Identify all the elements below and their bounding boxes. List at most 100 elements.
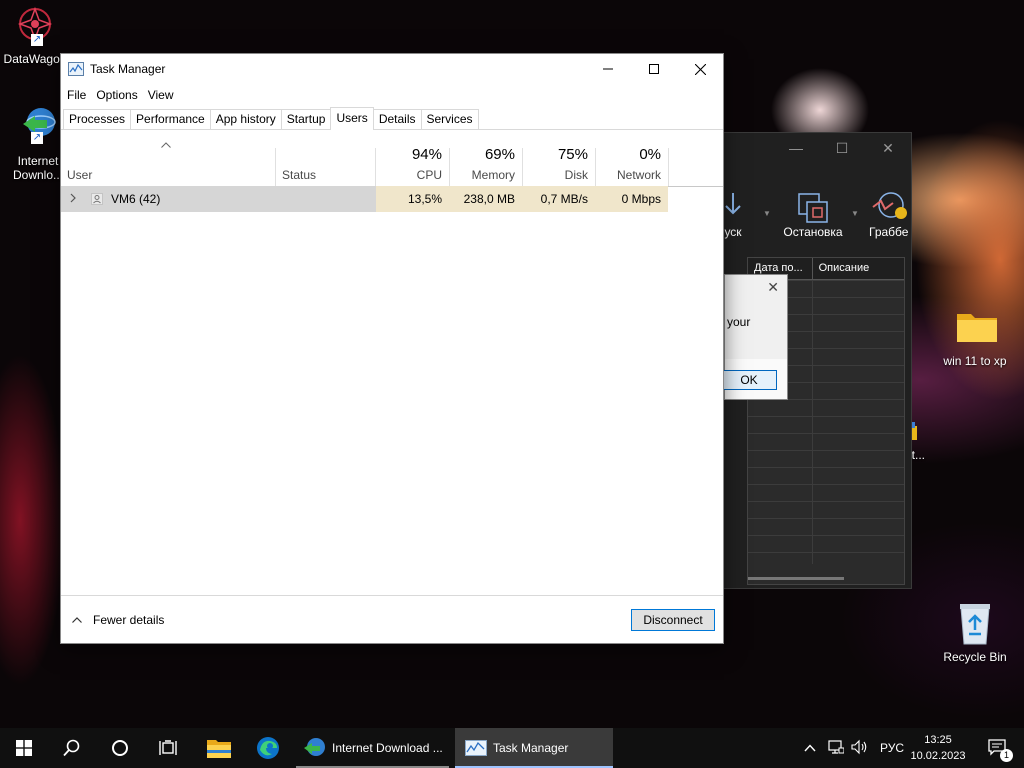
- cell-cpu: 13,5%: [376, 186, 449, 212]
- close-icon[interactable]: ✕: [865, 140, 911, 157]
- internet-download-manager-icon: ↗: [17, 104, 57, 144]
- cell-network: 0 Mbps: [595, 186, 668, 212]
- taskbar-app-label: Task Manager: [493, 741, 569, 755]
- cpu-label: CPU: [416, 168, 442, 182]
- cortana-button[interactable]: [96, 728, 144, 768]
- maximize-icon: [649, 64, 659, 74]
- language-indicator[interactable]: РУС: [880, 741, 904, 755]
- edge-button[interactable]: [244, 728, 292, 768]
- tab-startup[interactable]: Startup: [280, 109, 332, 129]
- taskbar: Internet Download ... Task Manager РУС 1…: [0, 728, 1024, 768]
- dropdown-arrow-icon[interactable]: ▼: [851, 209, 859, 218]
- column-header-memory[interactable]: 69% Memory: [450, 130, 522, 186]
- volume-button[interactable]: [848, 739, 872, 758]
- tab-processes[interactable]: Processes: [63, 109, 132, 129]
- task-view-icon: [159, 740, 177, 755]
- column-header-disk[interactable]: 75% Disk: [523, 130, 595, 186]
- internet-download-manager-icon: [304, 738, 325, 756]
- column-header-cpu[interactable]: 94% CPU: [376, 130, 449, 186]
- tab-app-history[interactable]: App history: [209, 109, 282, 129]
- maximize-button[interactable]: [631, 54, 677, 84]
- toolbar-stop-button[interactable]: Остановка: [781, 191, 845, 239]
- maximize-icon[interactable]: ☐: [819, 140, 865, 157]
- system-tray: РУС: [800, 728, 904, 768]
- user-icon: [91, 193, 103, 205]
- search-icon: [63, 739, 80, 757]
- menu-view[interactable]: View: [148, 88, 180, 102]
- taskbar-app-task-manager[interactable]: Task Manager: [455, 728, 613, 768]
- memory-total: 69%: [484, 146, 515, 163]
- network-button[interactable]: [824, 739, 848, 758]
- table-row[interactable]: VM6 (42) 13,5% 238,0 MB 0,7 MB/s 0 Mbps: [61, 186, 668, 212]
- column-separator: [275, 148, 276, 186]
- title-bar[interactable]: Task Manager: [61, 54, 723, 84]
- datawagon-icon: ↗: [15, 6, 55, 46]
- tab-users[interactable]: Users: [330, 107, 374, 130]
- menu-options[interactable]: Options: [96, 88, 143, 102]
- recycle-bin-icon: [955, 600, 995, 645]
- notification-center-button[interactable]: 1: [978, 728, 1018, 768]
- column-header-status[interactable]: Status: [282, 168, 316, 182]
- background-dialog[interactable]: ✕ your OK: [721, 274, 788, 400]
- clock[interactable]: 13:25 10.02.2023: [906, 732, 970, 764]
- tab-services[interactable]: Services: [420, 109, 479, 129]
- minimize-icon[interactable]: —: [773, 140, 819, 156]
- ok-button[interactable]: OK: [721, 370, 777, 390]
- task-manager-window[interactable]: Task Manager File Options View Processes…: [60, 53, 724, 644]
- edge-icon: [257, 737, 279, 759]
- dialog-text: your: [727, 315, 751, 329]
- start-button[interactable]: [0, 728, 48, 768]
- desktop-icon-label: Internet Downlo...: [12, 154, 64, 182]
- network-icon: [828, 739, 845, 754]
- column-header-network[interactable]: 0% Network: [596, 130, 668, 186]
- close-icon: [694, 63, 706, 75]
- dropdown-arrow-icon[interactable]: ▼: [763, 209, 771, 218]
- file-explorer-icon: [207, 740, 231, 758]
- disk-total: 75%: [557, 146, 588, 163]
- fewer-details-label: Fewer details: [93, 613, 165, 627]
- column-header-user[interactable]: User: [67, 168, 92, 182]
- desktop-icon-label: win 11 to xp: [943, 354, 1007, 368]
- toolbar-grabber-button[interactable]: Граббе: [869, 191, 913, 239]
- task-manager-icon: [465, 740, 487, 756]
- cell-disk: 0,7 MB/s: [522, 186, 595, 212]
- file-explorer-button[interactable]: [195, 728, 243, 768]
- tab-details[interactable]: Details: [372, 109, 422, 129]
- notification-count-badge: 1: [1000, 749, 1013, 762]
- background-window-toolbar: уск ▼ Остановка ▼ Граббе: [701, 187, 911, 257]
- memory-label: Memory: [471, 168, 515, 182]
- clock-time: 13:25: [924, 734, 952, 746]
- disk-label: Disk: [564, 168, 588, 182]
- menu-bar: File Options View: [61, 84, 723, 106]
- network-total: 0%: [639, 146, 661, 163]
- minimize-button[interactable]: [585, 54, 631, 84]
- cortana-icon: [112, 740, 128, 756]
- taskbar-app-internet-download-manager[interactable]: Internet Download ...: [296, 728, 449, 768]
- task-manager-icon: [68, 62, 84, 76]
- tab-performance[interactable]: Performance: [130, 109, 211, 129]
- close-icon[interactable]: ✕: [767, 279, 779, 296]
- search-button[interactable]: [48, 728, 96, 768]
- windows-logo-icon: [16, 740, 32, 756]
- desktop-icon-recycle-bin[interactable]: Recycle Bin: [940, 600, 1010, 664]
- show-hidden-icons-button[interactable]: [800, 741, 820, 755]
- minimize-icon: [603, 68, 613, 70]
- sort-ascending-icon: [161, 142, 171, 148]
- footer-bar: Fewer details Disconnect: [61, 595, 723, 643]
- chevron-right-icon[interactable]: [69, 193, 77, 203]
- network-label: Network: [616, 168, 661, 182]
- close-button[interactable]: [677, 54, 723, 84]
- clock-date: 10.02.2023: [910, 750, 966, 762]
- disconnect-button[interactable]: Disconnect: [631, 609, 715, 631]
- horizontal-scrollbar[interactable]: [748, 577, 844, 580]
- user-name: VM6 (42): [111, 192, 161, 206]
- column-header-description[interactable]: Описание: [813, 258, 904, 279]
- fewer-details-toggle[interactable]: Fewer details: [72, 613, 164, 627]
- cell-memory: 238,0 MB: [449, 186, 522, 212]
- toolbar-label: Остановка: [783, 225, 843, 239]
- desktop-icon-win11-to-xp[interactable]: win 11 to xp: [940, 308, 1010, 368]
- window-title: Task Manager: [90, 62, 166, 76]
- column-headers: User Status 94% CPU 69% Memory 75% Disk …: [61, 130, 723, 187]
- task-view-button[interactable]: [144, 728, 192, 768]
- menu-file[interactable]: File: [67, 88, 92, 102]
